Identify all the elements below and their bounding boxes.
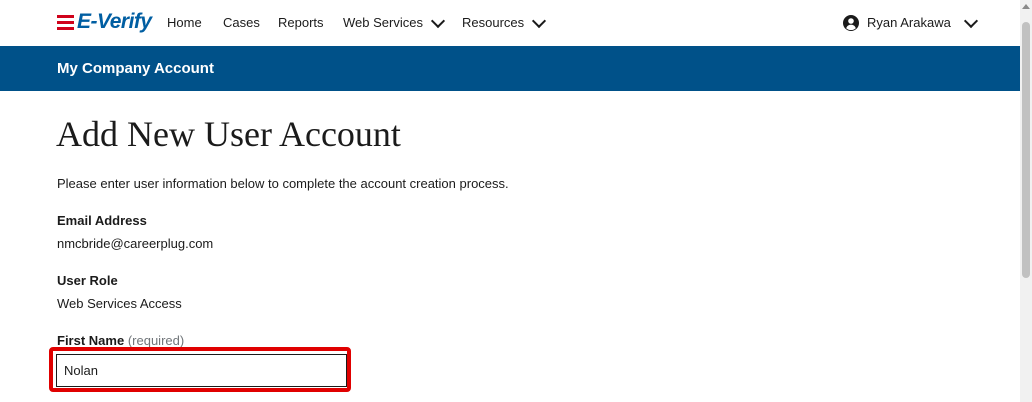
user-role-value: Web Services Access: [57, 296, 182, 311]
first-name-input[interactable]: [56, 354, 347, 387]
chevron-down-icon: [532, 13, 547, 28]
user-menu[interactable]: Ryan Arakawa: [843, 13, 978, 32]
chevron-down-icon: [963, 13, 978, 28]
intro-text: Please enter user information below to c…: [57, 176, 509, 191]
email-label: Email Address: [57, 213, 147, 228]
e-verify-logo[interactable]: E-Verify: [57, 10, 152, 34]
email-value: nmcbride@careerplug.com: [57, 236, 214, 251]
nav-web-services[interactable]: Web Services: [343, 13, 446, 32]
logo-flag-icon: [57, 11, 77, 33]
nav-home-label: Home: [167, 15, 202, 30]
nav-home[interactable]: Home: [167, 14, 202, 32]
scroll-up-arrow-icon[interactable]: [1022, 4, 1030, 9]
scrollbar-thumb[interactable]: [1022, 22, 1030, 278]
required-indicator: (required): [127, 333, 185, 348]
nav-resources[interactable]: Resources: [462, 13, 547, 32]
user-name: Ryan Arakawa: [867, 15, 951, 30]
nav-cases[interactable]: Cases: [223, 14, 260, 32]
logo-text: E-Verify: [77, 10, 152, 33]
page-banner: My Company Account: [0, 46, 1020, 91]
first-name-label-text: First Name: [57, 333, 125, 348]
chevron-down-icon: [430, 13, 446, 28]
nav-resources-label: Resources: [462, 15, 525, 30]
user-role-label: User Role: [57, 273, 118, 288]
nav-web-services-label: Web Services: [343, 15, 423, 30]
nav-reports-label: Reports: [278, 15, 324, 30]
nav-reports[interactable]: Reports: [278, 14, 324, 32]
nav-cases-label: Cases: [223, 15, 260, 30]
top-navigation: E-Verify Home Cases Reports Web Services…: [0, 0, 1020, 46]
page-title: Add New User Account: [56, 114, 401, 154]
banner-title: My Company Account: [57, 60, 214, 77]
page-scrollbar[interactable]: [1020, 0, 1032, 402]
user-circle-icon: [843, 15, 859, 31]
